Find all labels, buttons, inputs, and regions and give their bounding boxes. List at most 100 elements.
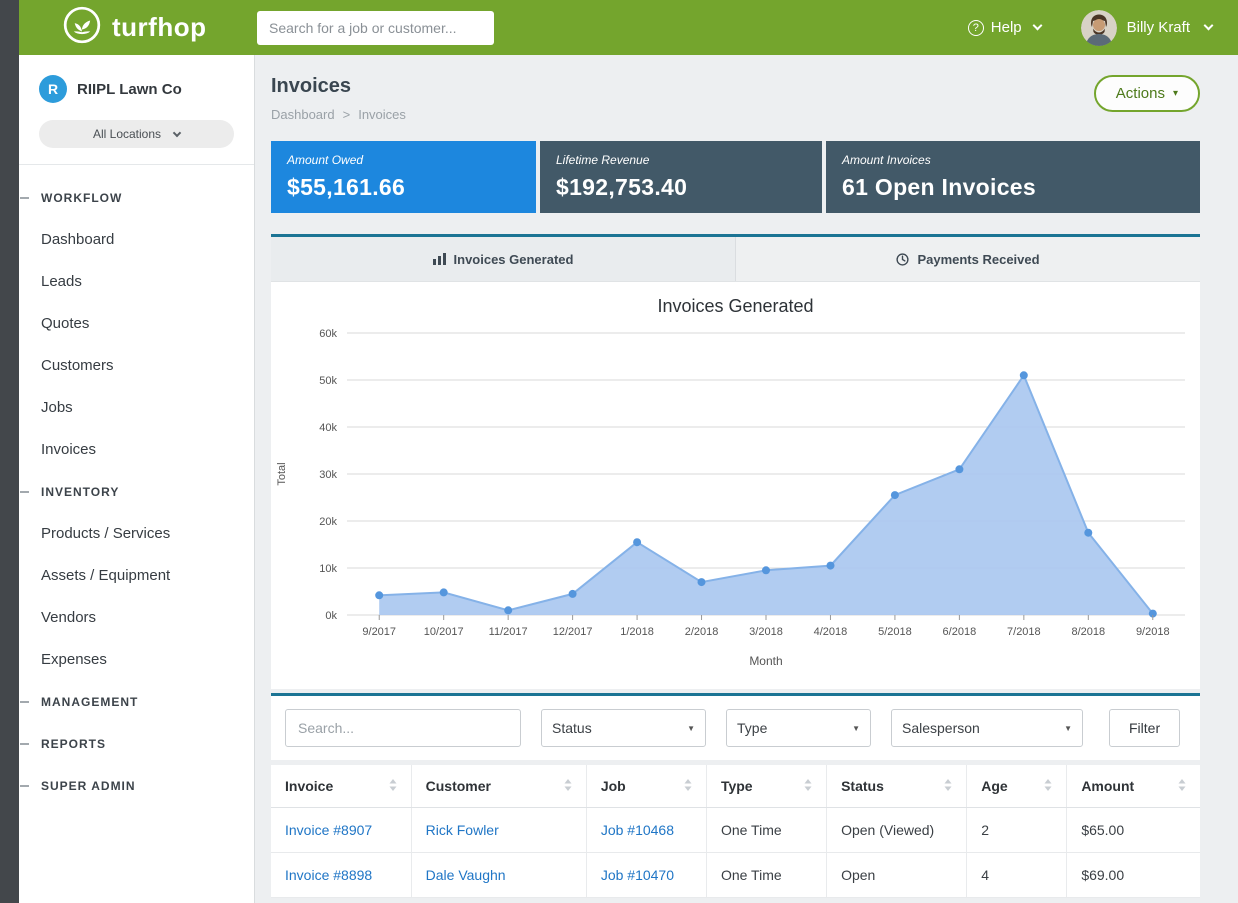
sidebar-item-dashboard[interactable]: Dashboard — [19, 219, 254, 261]
svg-text:10/2017: 10/2017 — [424, 626, 464, 638]
invoice-row: Invoice #8898Dale VaughnJob #10470One Ti… — [271, 853, 1200, 898]
breadcrumb-separator: > — [343, 107, 351, 122]
job-link[interactable]: Job #10468 — [601, 822, 674, 838]
sidebar-section-label: MANAGEMENT — [41, 695, 138, 709]
chart-area: Invoices Generated 0k10k20k30k40k50k60k9… — [271, 282, 1200, 689]
type-value: One Time — [721, 822, 782, 838]
stats-band: Amount Owed$55,161.66Lifetime Revenue$19… — [271, 141, 1200, 213]
chevron-down-icon — [1032, 21, 1042, 31]
brand-name: turfhop — [112, 12, 206, 43]
tab-label: Invoices Generated — [454, 252, 574, 267]
column-header-customer[interactable]: Customer — [411, 765, 586, 808]
section-dash-icon — [20, 491, 29, 493]
svg-text:9/2018: 9/2018 — [1136, 626, 1170, 638]
sidebar-item-leads[interactable]: Leads — [19, 261, 254, 303]
sidebar-item-vendors[interactable]: Vendors — [19, 597, 254, 639]
status-value: Open (Viewed) — [841, 822, 934, 838]
column-label: Invoice — [285, 778, 333, 794]
svg-text:6/2018: 6/2018 — [943, 626, 977, 638]
sidebar-section-management[interactable]: MANAGEMENT — [19, 681, 254, 723]
avatar — [1081, 10, 1117, 46]
tab-invoices-generated[interactable]: Invoices Generated — [271, 237, 735, 281]
sort-icon[interactable] — [389, 778, 397, 794]
company-badge: R — [39, 75, 67, 103]
column-header-job[interactable]: Job — [586, 765, 706, 808]
sort-icon[interactable] — [804, 778, 812, 794]
section-dash-icon — [20, 197, 29, 199]
column-header-status[interactable]: Status — [827, 765, 967, 808]
sidebar-item-jobs[interactable]: Jobs — [19, 387, 254, 429]
stat-amount-invoices: Amount Invoices61 Open Invoices — [826, 141, 1200, 213]
stat-lifetime-revenue: Lifetime Revenue$192,753.40 — [540, 141, 822, 213]
column-header-amount[interactable]: Amount — [1067, 765, 1200, 808]
sidebar-item-customers[interactable]: Customers — [19, 345, 254, 387]
help-label: Help — [991, 19, 1022, 36]
svg-text:Month: Month — [749, 654, 782, 668]
sort-icon[interactable] — [944, 778, 952, 794]
company: R RIIPL Lawn Co — [39, 75, 234, 103]
user-menu[interactable]: Billy Kraft — [1081, 10, 1212, 46]
sidebar-section-workflow[interactable]: WORKFLOW — [19, 177, 254, 219]
sidebar-section-super-admin[interactable]: SUPER ADMIN — [19, 765, 254, 807]
bar-chart-icon — [433, 253, 446, 265]
sort-icon[interactable] — [684, 778, 692, 794]
invoice-link[interactable]: Invoice #8907 — [285, 822, 372, 838]
section-dash-icon — [20, 701, 29, 703]
type-select[interactable]: Type▼ — [726, 709, 871, 747]
column-label: Customer — [426, 778, 491, 794]
invoice-row: Invoice #8907 Rick Fowler Job #10468 One Ti… — [271, 808, 1200, 853]
actions-button[interactable]: Actions ▾ — [1094, 75, 1200, 112]
turfhop-logo-icon — [62, 5, 102, 50]
chart-tabs: Invoices Generated Payments Received — [271, 237, 1200, 282]
sidebar-section-reports[interactable]: REPORTS — [19, 723, 254, 765]
dropdown-arrow-icon: ▼ — [1064, 724, 1072, 733]
svg-text:9/2017: 9/2017 — [362, 626, 396, 638]
user-name: Billy Kraft — [1127, 19, 1190, 36]
locations-selector[interactable]: All Locations — [39, 120, 234, 148]
svg-text:60k: 60k — [319, 328, 337, 340]
invoices-table: InvoiceCustomerJobTypeStatusAgeAmountInv… — [271, 765, 1200, 898]
svg-text:20k: 20k — [319, 516, 337, 528]
customer-link[interactable]: Dale Vaughn — [426, 867, 506, 883]
svg-text:8/2018: 8/2018 — [1071, 626, 1105, 638]
chevron-down-icon — [1204, 21, 1214, 31]
tab-payments-received[interactable]: Payments Received — [735, 237, 1200, 281]
sort-icon[interactable] — [564, 778, 572, 794]
select-value: Salesperson — [902, 720, 980, 736]
sidebar-item-assets-equipment[interactable]: Assets / Equipment — [19, 555, 254, 597]
sidebar-item-products-services[interactable]: Products / Services — [19, 513, 254, 555]
job-link[interactable]: Job #10470 — [601, 867, 674, 883]
sidebar-item-quotes[interactable]: Quotes — [19, 303, 254, 345]
column-label: Status — [841, 778, 884, 794]
svg-text:0k: 0k — [325, 610, 337, 622]
column-header-age[interactable]: Age — [967, 765, 1067, 808]
sort-icon[interactable] — [1044, 778, 1052, 794]
help-menu[interactable]: ? Help — [968, 19, 1041, 36]
svg-text:30k: 30k — [319, 469, 337, 481]
sidebar-section-inventory[interactable]: INVENTORY — [19, 471, 254, 513]
global-search-input[interactable] — [257, 11, 494, 45]
invoices-table-card: InvoiceCustomerJobTypeStatusAgeAmountInv… — [271, 765, 1200, 898]
locations-label: All Locations — [93, 127, 161, 141]
column-header-invoice[interactable]: Invoice — [271, 765, 411, 808]
sidebar-top: R RIIPL Lawn Co All Locations — [19, 55, 254, 165]
salesperson-select[interactable]: Salesperson ▼ — [891, 709, 1083, 747]
sidebar-item-expenses[interactable]: Expenses — [19, 639, 254, 681]
table-search-input[interactable] — [285, 709, 521, 747]
column-header-type[interactable]: Type — [706, 765, 826, 808]
select-value: Type — [737, 720, 767, 736]
svg-text:4/2018: 4/2018 — [814, 626, 848, 638]
svg-text:11/2017: 11/2017 — [489, 626, 528, 638]
breadcrumb-item-dashboard[interactable]: Dashboard — [271, 107, 335, 122]
customer-link[interactable]: Rick Fowler — [426, 822, 499, 838]
filter-button[interactable]: Filter — [1109, 709, 1180, 747]
page-header: Invoices Dashboard>Invoices Actions ▾ — [271, 75, 1200, 122]
sidebar-item-invoices[interactable]: Invoices — [19, 429, 254, 471]
invoices-generated-chart: 0k10k20k30k40k50k60k9/201710/201711/2017… — [271, 321, 1199, 673]
brand-logo[interactable]: turfhop — [62, 5, 257, 50]
status-select[interactable]: Status▼ — [541, 709, 706, 747]
stat-value: 61 Open Invoices — [842, 174, 1184, 201]
sort-icon[interactable] — [1178, 778, 1186, 794]
invoice-link[interactable]: Invoice #8898 — [285, 867, 372, 883]
svg-text:7/2018: 7/2018 — [1007, 626, 1041, 638]
